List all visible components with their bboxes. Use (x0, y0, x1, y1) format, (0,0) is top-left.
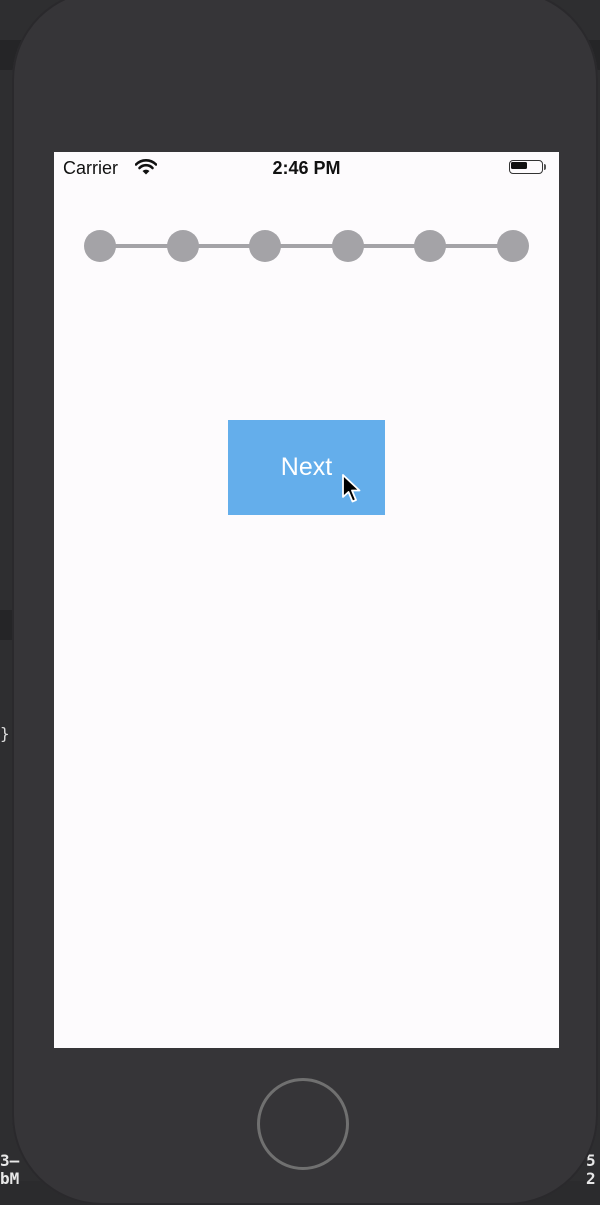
background-bottom-right-text: 52 (586, 1151, 596, 1188)
phone-screen: Carrier 2:46 PM Next (54, 152, 559, 1048)
background-code-text: } (0, 724, 10, 743)
status-bar: Carrier 2:46 PM (54, 152, 559, 184)
status-time: 2:46 PM (272, 158, 341, 178)
step-dot-4 (332, 230, 364, 262)
background-bottom-left-text: 3– bM (0, 1151, 20, 1188)
mouse-cursor-icon (342, 474, 361, 503)
battery-icon (509, 160, 549, 176)
home-button[interactable] (257, 1078, 349, 1170)
step-dot-2 (167, 230, 199, 262)
step-dot-3 (249, 230, 281, 262)
progress-stepper (84, 229, 529, 263)
step-dot-1 (84, 230, 116, 262)
stepper-line (100, 244, 513, 248)
step-dot-6 (497, 230, 529, 262)
step-dot-5 (414, 230, 446, 262)
